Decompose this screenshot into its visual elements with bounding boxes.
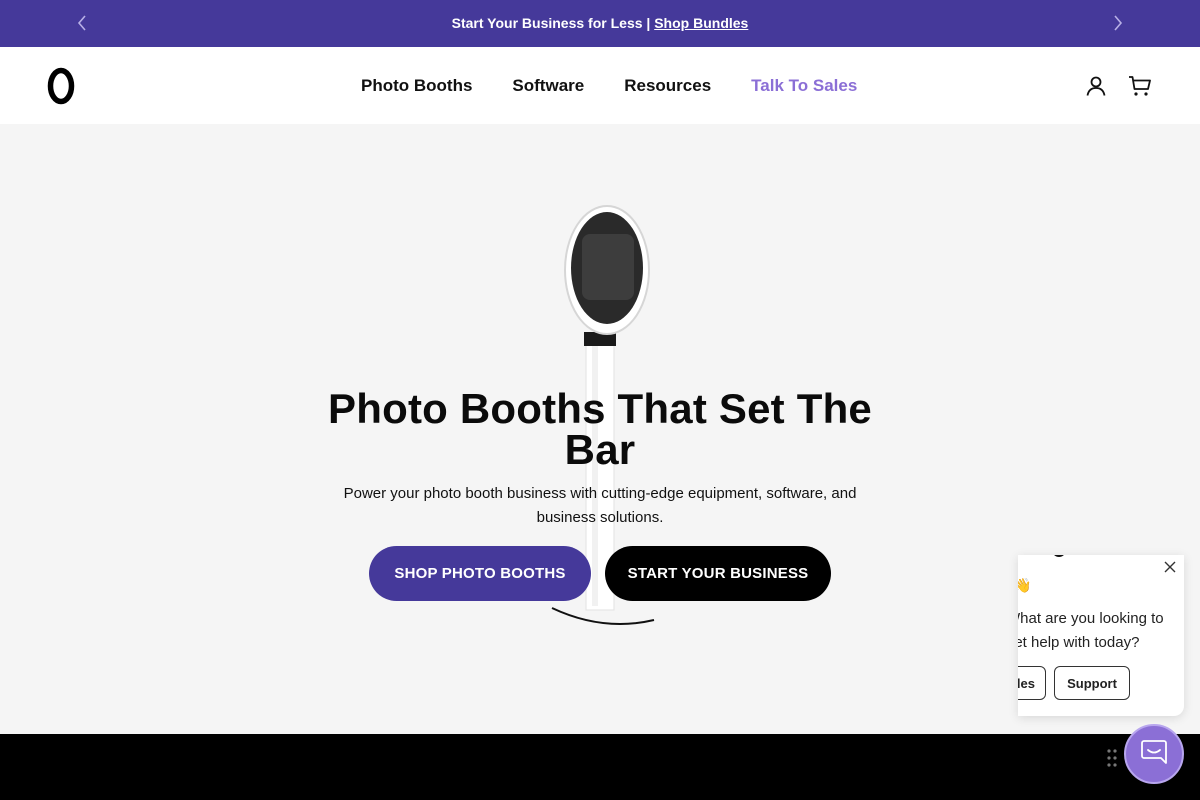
chevron-right-icon[interactable]: [1108, 12, 1128, 34]
site-header: Photo Booths Software Resources Talk To …: [0, 47, 1200, 124]
hero-title: Photo Booths That Set The Bar: [328, 385, 872, 473]
chat-option-sales[interactable]: Sales: [1018, 666, 1046, 700]
hero-subtitle: Power your photo booth business with cut…: [343, 485, 857, 526]
chat-message: What are you looking to get help with to…: [1018, 610, 1164, 651]
cart-icon[interactable]: [1128, 74, 1152, 98]
close-icon[interactable]: [1161, 558, 1179, 576]
footer-band: [0, 734, 1200, 800]
chat-icon: [1139, 737, 1169, 772]
start-your-business-button[interactable]: START YOUR BUSINESS: [605, 546, 831, 601]
announcement-bar: Start Your Business for Less | Shop Bund…: [0, 0, 1200, 47]
announcement-text: Start Your Business for Less |: [451, 15, 651, 31]
chat-popup: 👋 What are you looking to get help with …: [1018, 555, 1184, 716]
main-nav: Photo Booths Software Resources Talk To …: [361, 76, 897, 96]
chat-launcher-button[interactable]: [1124, 724, 1184, 784]
nav-talk-to-sales[interactable]: Talk To Sales: [751, 76, 857, 96]
nav-photo-booths[interactable]: Photo Booths: [361, 76, 472, 96]
chat-option-support[interactable]: Support: [1054, 666, 1130, 700]
chat-avatar: [1052, 555, 1066, 557]
account-icon[interactable]: [1084, 74, 1108, 98]
announcement-message: Start Your Business for Less | Shop Bund…: [0, 15, 1200, 31]
shop-photo-booths-button[interactable]: SHOP PHOTO BOOTHS: [369, 546, 591, 601]
brand-logo[interactable]: [47, 67, 75, 105]
nav-resources[interactable]: Resources: [624, 76, 711, 96]
shop-bundles-link[interactable]: Shop Bundles: [654, 15, 748, 31]
drag-handle-icon[interactable]: [1106, 748, 1118, 768]
wave-emoji: 👋: [1018, 577, 1032, 593]
nav-software[interactable]: Software: [512, 76, 584, 96]
